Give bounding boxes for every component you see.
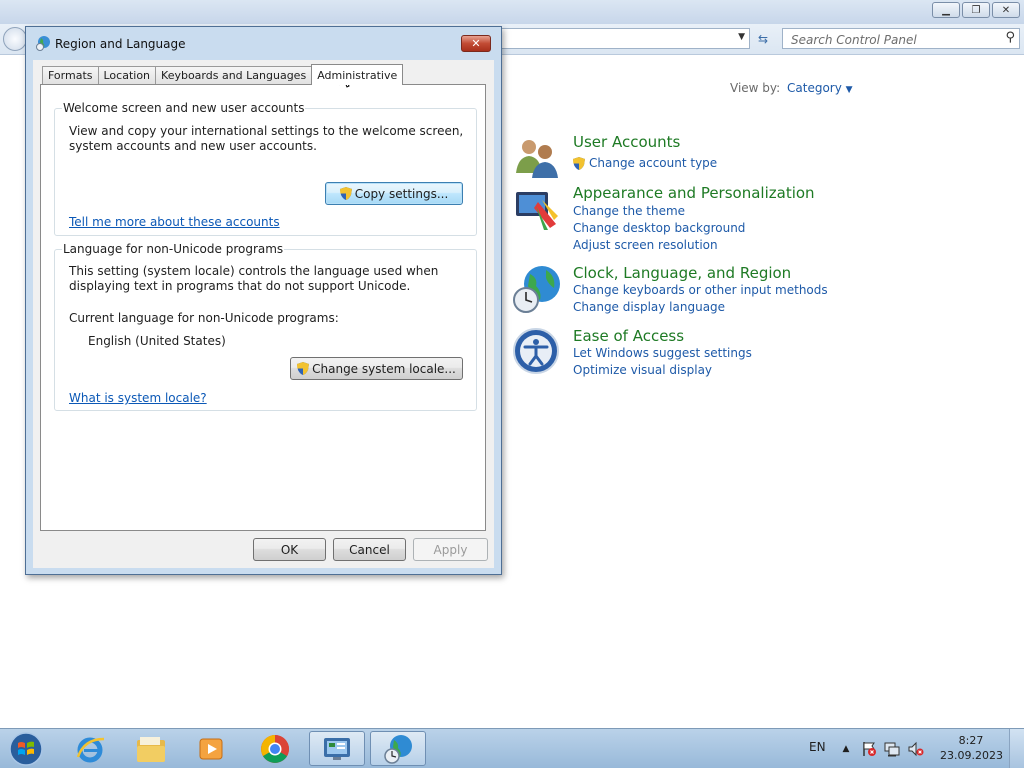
current-language-label: Current language for non-Unicode program… (69, 311, 339, 325)
user-accounts-icon[interactable] (512, 133, 562, 183)
taskbar-explorer[interactable] (123, 731, 179, 766)
action-center-icon[interactable] (861, 741, 877, 757)
refresh-icon[interactable]: ⇆ (753, 29, 773, 48)
chevron-down-icon[interactable]: ▼ (738, 32, 745, 42)
minimize-button[interactable]: ▁ (932, 2, 960, 18)
triangle-down-icon: ▼ (845, 85, 853, 95)
search-box[interactable]: ⚲ (782, 28, 1020, 49)
clock-date[interactable]: 23.09.2023 (940, 748, 1003, 763)
search-icon[interactable]: ⚲ (1005, 30, 1015, 45)
appearance-icon[interactable] (512, 184, 562, 234)
category-link[interactable]: Change the theme (573, 204, 685, 218)
category-title[interactable]: User Accounts (573, 133, 680, 151)
network-icon[interactable] (884, 741, 900, 757)
cancel-button[interactable]: Cancel (333, 538, 406, 561)
address-bar[interactable]: ▼ (500, 28, 750, 49)
internet-explorer-icon (76, 737, 105, 762)
welcome-description: View and copy your international setting… (69, 124, 464, 153)
category-user-accounts: User Accounts Change account type (512, 133, 992, 183)
uac-shield-icon (573, 156, 585, 170)
uac-shield-icon (297, 362, 310, 375)
category-title[interactable]: Ease of Access (573, 327, 684, 345)
restore-button[interactable]: ❐ (962, 2, 990, 18)
tab-strip: Formats Location Keyboards and Languages… (42, 64, 404, 85)
category-link[interactable]: Change keyboards or other input methods (573, 283, 828, 297)
taskbar-chrome[interactable] (247, 731, 303, 766)
search-input[interactable] (789, 30, 993, 49)
view-by-label: View by: (730, 81, 781, 95)
group-title: Language for non-Unicode programs (62, 242, 285, 256)
language-indicator[interactable]: EN (809, 740, 826, 754)
category-link[interactable]: Let Windows suggest settings (573, 346, 752, 360)
control-panel-titlebar: ▁ ❐ ✕ (0, 0, 1024, 24)
back-button[interactable] (3, 27, 27, 51)
category-link-label[interactable]: Change account type (589, 156, 717, 170)
category-ease-of-access: Ease of Access Let Windows suggest setti… (512, 327, 992, 379)
taskbar: EN ▲ 8:27 23.09.2023 (0, 728, 1024, 768)
uac-shield-icon (339, 187, 352, 200)
ok-button[interactable]: OK (253, 538, 326, 561)
taskbar-internet-explorer[interactable] (62, 731, 118, 766)
dialog-body: Formats Location Keyboards and Languages… (33, 60, 494, 568)
welcome-screen-group: Welcome screen and new user accounts Vie… (54, 101, 477, 236)
media-player-icon (199, 738, 223, 759)
dialog-close-button[interactable]: ✕ (461, 35, 491, 52)
category-link[interactable]: Change account type (573, 156, 717, 170)
change-system-locale-label[interactable]: Change system locale... (312, 362, 456, 376)
taskbar-media-player[interactable] (183, 731, 239, 766)
copy-settings-label[interactable]: Copy settings... (355, 187, 449, 201)
folder-icon (137, 736, 165, 762)
start-button[interactable] (6, 730, 46, 767)
change-system-locale-button[interactable]: Change system locale... (290, 357, 463, 380)
taskbar-control-panel[interactable] (309, 731, 365, 766)
category-link[interactable]: Change desktop background (573, 221, 745, 235)
category-link[interactable]: Change display language (573, 300, 725, 314)
category-link[interactable]: Optimize visual display (573, 363, 712, 377)
show-desktop-button[interactable] (1009, 729, 1024, 768)
globe-clock-icon[interactable] (512, 264, 562, 314)
tab-formats[interactable]: Formats (42, 66, 99, 84)
category-appearance: Appearance and Personalization Change th… (512, 184, 992, 254)
control-panel-icon (324, 737, 350, 760)
accounts-help-link[interactable]: Tell me more about these accounts (69, 215, 280, 229)
view-by-dropdown[interactable]: Category ▼ (787, 81, 853, 95)
administrative-panel: Welcome screen and new user accounts Vie… (40, 84, 486, 531)
region-language-dialog: Region and Language ✕ Formats Location K… (25, 26, 502, 575)
apply-button[interactable]: Apply (413, 538, 488, 561)
category-link[interactable]: Adjust screen resolution (573, 238, 718, 252)
system-locale-help-link[interactable]: What is system locale? (69, 391, 207, 405)
dialog-title: Region and Language (55, 37, 186, 51)
tab-keyboards-languages[interactable]: Keyboards and Languages (155, 66, 313, 84)
non-unicode-group: Language for non-Unicode programs This s… (54, 242, 477, 411)
globe-clock-icon (384, 734, 412, 764)
copy-settings-button[interactable]: Copy settings... (325, 182, 463, 205)
close-button[interactable]: ✕ (992, 2, 1020, 18)
clock-time[interactable]: 8:27 (940, 733, 1002, 748)
view-by-value[interactable]: Category (787, 81, 842, 95)
taskbar-region-language[interactable] (370, 731, 426, 766)
ease-of-access-icon[interactable] (512, 327, 562, 377)
globe-icon (36, 36, 50, 51)
tab-administrative[interactable]: Administrative (311, 64, 404, 85)
locale-description: This setting (system locale) controls th… (69, 264, 439, 293)
show-hidden-icons-icon[interactable]: ▲ (838, 741, 854, 757)
category-title[interactable]: Clock, Language, and Region (573, 264, 791, 282)
volume-muted-icon[interactable] (908, 741, 924, 757)
group-title: Welcome screen and new user accounts (62, 101, 306, 115)
current-language-value: English (United States) (88, 334, 226, 348)
chrome-icon (261, 734, 289, 763)
tab-location[interactable]: Location (97, 66, 157, 84)
category-clock-language-region: Clock, Language, and Region Change keybo… (512, 264, 992, 316)
category-title[interactable]: Appearance and Personalization (573, 184, 815, 202)
clock[interactable]: 8:27 23.09.2023 (940, 733, 1003, 763)
